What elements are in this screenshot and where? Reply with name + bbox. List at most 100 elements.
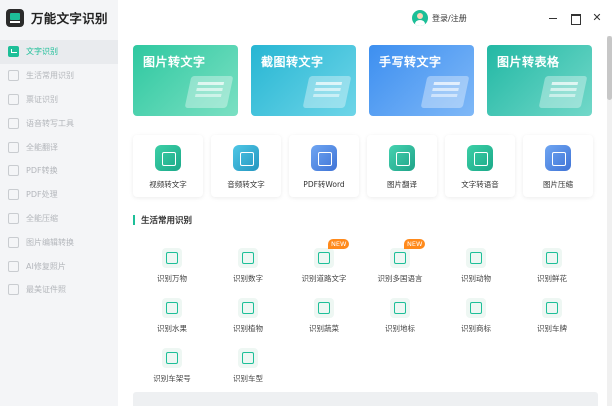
app-header: 万能文字识别 [6, 8, 108, 27]
sidebar-item-ai-photo-repair[interactable]: AI修复照片 [0, 254, 118, 278]
recog-item-car-model[interactable]: 识别车型 [218, 348, 278, 388]
recog-item-everything[interactable]: 识别万物 [142, 248, 202, 288]
plant-scan-icon [238, 298, 258, 318]
section-marker [133, 215, 135, 225]
sidebar-item-image-edit[interactable]: 图片编辑转换 [0, 230, 118, 254]
banner-title: 图片转表格 [497, 55, 560, 69]
image-compress-icon [545, 145, 571, 171]
close-button[interactable]: ✕ [591, 12, 603, 24]
road-sign-scan-icon [314, 248, 334, 268]
sidebar-item-label: AI修复照片 [26, 261, 66, 271]
sidebar-item-daily-recognition[interactable]: 生活常用识别 [0, 64, 118, 88]
language-scan-icon [390, 248, 410, 268]
maximize-button[interactable] [569, 12, 581, 25]
login-button[interactable]: 登录/注册 [412, 10, 467, 26]
id-photo-icon [8, 284, 19, 296]
banner-handwriting-to-text[interactable]: 手写转文字 [369, 45, 474, 116]
recog-item-logo[interactable]: 识别商标 [446, 298, 506, 338]
recog-label: 识别动物 [461, 274, 491, 283]
sidebar-item-label: 票证识别 [26, 94, 58, 104]
translate-icon [8, 141, 19, 153]
pdf-convert-icon [8, 165, 19, 177]
tool-label: 视频转文字 [149, 180, 187, 189]
sidebar-item-label: PDF转换 [26, 166, 58, 176]
scrollbar[interactable] [607, 36, 612, 406]
banner-screenshot-to-text[interactable]: 截图转文字 [251, 45, 356, 116]
sidebar: 万能文字识别 文字识别 生活常用识别 票证识别 语音转写工具 全能翻译 PDF转… [0, 0, 118, 406]
tool-video-to-text[interactable]: 视频转文字 [133, 135, 203, 197]
tool-text-to-speech[interactable]: 文字转语音 [445, 135, 515, 197]
login-label: 登录/注册 [432, 13, 467, 23]
minimize-button[interactable] [547, 12, 559, 24]
section-title: 生活常用识别 [141, 216, 193, 226]
sidebar-item-label: 最美证件照 [26, 285, 66, 295]
sidebar-item-label: 全能压缩 [26, 213, 58, 223]
compress-icon [8, 212, 19, 224]
audio-text-icon [233, 145, 259, 171]
vegetable-scan-icon [314, 298, 334, 318]
banner-image-to-table[interactable]: 图片转表格 [487, 45, 592, 116]
recog-item-license-plate[interactable]: 识别车牌 [522, 298, 582, 338]
sidebar-item-voice-tools[interactable]: 语音转写工具 [0, 111, 118, 135]
tool-label: 文字转语音 [461, 180, 499, 189]
tool-image-translate[interactable]: 图片翻译 [367, 135, 437, 197]
recog-item-multilang[interactable]: NEW 识别多国语言 [370, 239, 430, 288]
sidebar-item-pdf-process[interactable]: PDF处理 [0, 183, 118, 207]
document-illustration-icon [184, 76, 234, 108]
fruit-scan-icon [162, 298, 182, 318]
sidebar-item-label: 生活常用识别 [26, 71, 74, 81]
text-speech-icon [467, 145, 493, 171]
voice-icon [8, 117, 19, 129]
sidebar-item-text-recognition[interactable]: 文字识别 [0, 40, 118, 64]
recog-label: 识别水果 [157, 324, 187, 333]
new-badge: NEW [328, 239, 350, 249]
sidebar-item-ticket-recognition[interactable]: 票证识别 [0, 88, 118, 112]
eye-scan-icon [162, 248, 182, 268]
recog-item-vegetable[interactable]: 识别蔬菜 [294, 298, 354, 338]
app-logo-icon [6, 8, 24, 27]
recog-item-vin[interactable]: 识别车架号 [142, 348, 202, 388]
recog-item-road-text[interactable]: NEW 识别道路文字 [294, 239, 354, 288]
recog-item-animal[interactable]: 识别动物 [446, 248, 506, 288]
recog-label: 识别蔬菜 [309, 324, 339, 333]
sidebar-item-pdf-convert[interactable]: PDF转换 [0, 159, 118, 183]
main-panel: 登录/注册 ✕ 图片转文字 截图转文字 手写转文字 图片转表格 视频转文字 音频… [118, 0, 612, 406]
banner-title: 截图转文字 [261, 55, 324, 69]
recog-item-landmark[interactable]: 识别地标 [370, 298, 430, 338]
sidebar-item-label: PDF处理 [26, 190, 58, 200]
sidebar-item-id-photo[interactable]: 最美证件照 [0, 278, 118, 302]
tool-audio-to-text[interactable]: 音频转文字 [211, 135, 281, 197]
sidebar-item-compress[interactable]: 全能压缩 [0, 207, 118, 231]
title-bar: 登录/注册 ✕ [118, 0, 612, 36]
ticket-icon [8, 93, 19, 105]
recog-label: 识别车架号 [153, 374, 191, 383]
recog-label: 识别万物 [157, 274, 187, 283]
tool-image-compress[interactable]: 图片压缩 [523, 135, 593, 197]
recog-label: 识别植物 [233, 324, 263, 333]
banner-image-to-text[interactable]: 图片转文字 [133, 45, 238, 116]
car-plate-scan-icon [542, 298, 562, 318]
tool-label: 图片翻译 [387, 180, 417, 189]
sidebar-item-translate[interactable]: 全能翻译 [0, 135, 118, 159]
image-edit-icon [8, 236, 19, 248]
recog-item-fruit[interactable]: 识别水果 [142, 298, 202, 338]
recog-item-numbers[interactable]: 识别数字 [218, 248, 278, 288]
avatar-icon [412, 10, 428, 26]
recog-item-flower[interactable]: 识别鲜花 [522, 248, 582, 288]
scrollbar-thumb[interactable] [607, 36, 612, 100]
table-illustration-icon [538, 76, 588, 108]
ai-repair-icon [8, 260, 19, 272]
new-badge: NEW [404, 239, 426, 249]
tool-pdf-to-word[interactable]: PDF转Word [289, 135, 359, 197]
recog-label: 识别数字 [233, 274, 263, 283]
tool-label: 图片压缩 [543, 180, 573, 189]
tool-label: PDF转Word [303, 180, 345, 189]
recog-label: 识别鲜花 [537, 274, 567, 283]
recog-label: 识别多国语言 [377, 274, 423, 283]
recog-item-plant[interactable]: 识别植物 [218, 298, 278, 338]
recog-label: 识别商标 [461, 324, 491, 333]
number-scan-icon [238, 248, 258, 268]
recog-label: 识别地标 [385, 324, 415, 333]
recog-label: 识别车型 [233, 374, 263, 383]
logo-scan-icon [466, 298, 486, 318]
